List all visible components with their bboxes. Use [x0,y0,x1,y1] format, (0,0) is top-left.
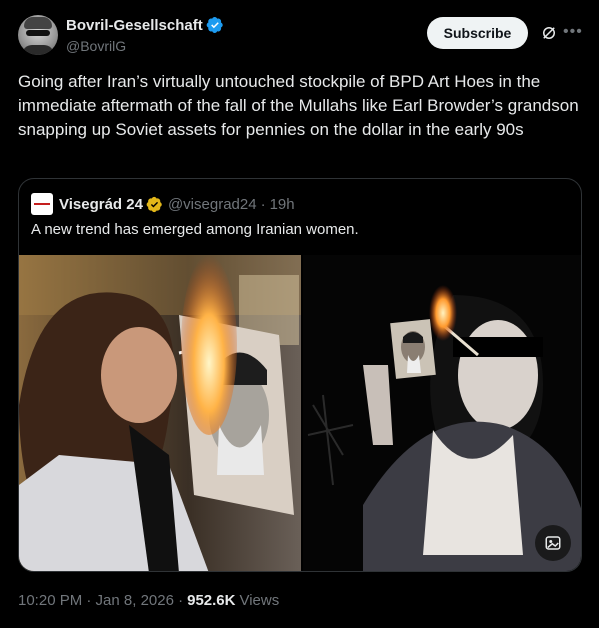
gold-verified-icon [146,196,162,212]
quoted-text: A new trend has emerged among Iranian wo… [31,221,359,238]
media-image-right[interactable] [303,255,581,571]
media-right-illustration [303,255,581,571]
views-count: 952.6K [187,592,236,609]
verified-badge-icon [206,16,223,34]
author-name-row: Bovril-Gesellschaft [66,16,224,34]
quoted-avatar[interactable] [31,193,53,215]
quoted-timestamp[interactable]: 19h [270,196,295,213]
media-image-left[interactable] [19,255,301,571]
quoted-handle[interactable]: @visegrad24 [168,196,257,213]
avatar-shirt [22,45,54,55]
author-handle[interactable]: @BovrilG [66,38,126,54]
grok-icon[interactable] [540,24,558,42]
tweet-meta: 10:20 PM · Jan 8, 2026 · 952.6K Views [18,592,279,609]
quoted-display-name[interactable]: Visegrád 24 [59,196,143,213]
tweet-text: Going after Iran’s virtually untouched s… [18,72,579,139]
avatar[interactable] [18,15,58,55]
avatar-glasses [26,30,50,36]
views-label: Views [239,592,280,609]
avatar-hair [24,17,52,29]
alt-text-icon[interactable] [535,525,571,561]
media-left-illustration [19,255,301,571]
tweet-timestamp[interactable]: 10:20 PM · Jan 8, 2026 · [18,592,183,609]
quoted-tweet[interactable]: Visegrád 24 @visegrad24 · 19h A new tren… [18,178,582,572]
subscribe-button[interactable]: Subscribe [427,17,528,49]
tweet-header: Bovril-Gesellschaft @BovrilG Subscribe •… [18,14,583,58]
quoted-header: Visegrád 24 @visegrad24 · 19h [31,192,295,216]
quoted-separator: · [260,195,266,213]
author-display-name[interactable]: Bovril-Gesellschaft [66,17,203,34]
more-icon[interactable]: ••• [563,23,582,41]
